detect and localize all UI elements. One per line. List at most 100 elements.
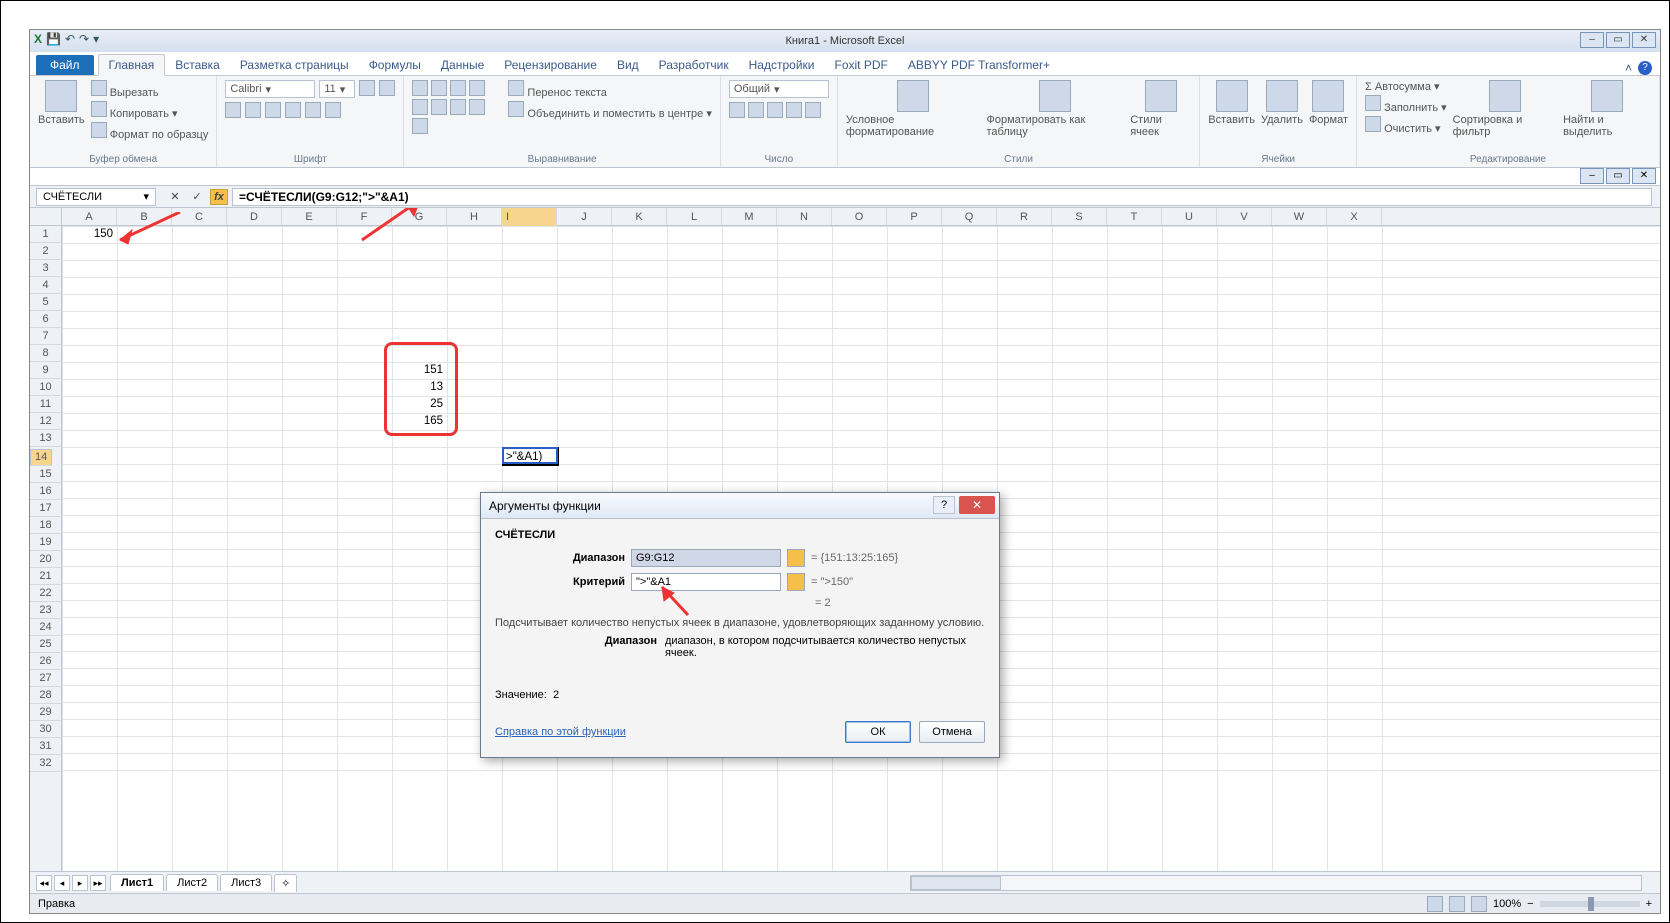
fx-icon[interactable]: fx [210,189,228,205]
col-header-S[interactable]: S [1052,208,1107,225]
tab-home[interactable]: Главная [98,54,166,76]
align-mid-icon[interactable] [431,80,447,96]
dialog-help-button[interactable]: ? [933,496,955,514]
sheet-nav-last[interactable]: ▸▸ [90,875,106,891]
sheet-tab-2[interactable]: Лист2 [166,874,218,891]
cancel-button[interactable]: Отмена [919,721,985,743]
sort-filter-button[interactable]: Сортировка и фильтр [1453,80,1557,138]
row-header-10[interactable]: 10 [30,379,61,396]
arg1-ref-button[interactable] [787,549,805,567]
row-header-28[interactable]: 28 [30,687,61,704]
increase-font-icon[interactable] [359,80,375,96]
row-header-13[interactable]: 13 [30,430,61,447]
tab-review[interactable]: Рецензирование [494,55,607,75]
row-header-23[interactable]: 23 [30,602,61,619]
col-header-T[interactable]: T [1107,208,1162,225]
format-cells-button[interactable]: Формат [1309,80,1348,126]
workbook-close-button[interactable]: ✕ [1632,168,1656,184]
maximize-button[interactable]: ▭ [1606,32,1630,48]
row-header-19[interactable]: 19 [30,534,61,551]
sheet-tab-1[interactable]: Лист1 [110,874,164,891]
decrease-font-icon[interactable] [379,80,395,96]
col-header-A[interactable]: A [62,208,117,225]
col-header-U[interactable]: U [1162,208,1217,225]
percent-icon[interactable] [748,102,764,118]
workbook-min-button[interactable]: – [1580,168,1604,184]
row-header-25[interactable]: 25 [30,636,61,653]
sheet-nav-next[interactable]: ▸ [72,875,88,891]
col-header-V[interactable]: V [1217,208,1272,225]
dialog-close-button[interactable]: ✕ [959,496,995,514]
minimize-button[interactable]: – [1580,32,1604,48]
row-header-31[interactable]: 31 [30,738,61,755]
fill-button[interactable]: Заполнить ▾ [1365,95,1447,114]
help-icon[interactable]: ? [1638,61,1652,75]
view-break-icon[interactable] [1471,896,1487,912]
close-button[interactable]: ✕ [1632,32,1656,48]
row-header-12[interactable]: 12 [30,413,61,430]
cell-A1[interactable]: 150 [62,226,117,243]
cell-I14-editing[interactable]: >"&A1) [502,447,558,464]
number-format-select[interactable]: Общий ▾ [729,80,829,98]
col-header-P[interactable]: P [887,208,942,225]
cancel-formula-icon[interactable]: ✕ [166,189,184,205]
row-header-3[interactable]: 3 [30,260,61,277]
formula-bar[interactable]: =СЧЁТЕСЛИ(G9:G12;">"&A1) [232,188,1652,206]
row-header-27[interactable]: 27 [30,670,61,687]
row-header-6[interactable]: 6 [30,311,61,328]
sheet-nav-prev[interactable]: ◂ [54,875,70,891]
align-center-icon[interactable] [412,99,428,115]
tab-formulas[interactable]: Формулы [359,55,431,75]
italic-icon[interactable] [245,102,261,118]
find-select-button[interactable]: Найти и выделить [1563,80,1651,138]
col-header-X[interactable]: X [1327,208,1382,225]
save-icon[interactable]: 💾 [46,32,61,46]
dialog-help-link[interactable]: Справка по этой функции [495,726,626,738]
font-size-select[interactable]: 11 ▾ [319,80,355,98]
zoom-slider-thumb[interactable] [1588,897,1594,911]
tab-view[interactable]: Вид [607,55,649,75]
row-header-14[interactable]: 14 [30,449,52,466]
row-header-17[interactable]: 17 [30,500,61,517]
row-header-7[interactable]: 7 [30,328,61,345]
name-box[interactable]: СЧЁТЕСЛИ▾ [36,188,156,206]
tab-addins[interactable]: Надстройки [739,55,825,75]
sheet-nav-first[interactable]: ◂◂ [36,875,52,891]
comma-icon[interactable] [767,102,783,118]
view-normal-icon[interactable] [1427,896,1443,912]
indent-inc-icon[interactable] [469,99,485,115]
tab-abbyy[interactable]: ABBYY PDF Transformer+ [898,55,1060,75]
align-top-icon[interactable] [412,80,428,96]
paste-button[interactable]: Вставить [38,80,85,126]
row-header-30[interactable]: 30 [30,721,61,738]
file-tab[interactable]: Файл [36,55,94,75]
row-header-21[interactable]: 21 [30,568,61,585]
row-header-18[interactable]: 18 [30,517,61,534]
orientation-icon[interactable] [412,118,428,134]
col-header-O[interactable]: O [832,208,887,225]
row-header-9[interactable]: 9 [30,362,61,379]
row-header-11[interactable]: 11 [30,396,61,413]
col-header-N[interactable]: N [777,208,832,225]
arg2-ref-button[interactable] [787,573,805,591]
col-header-D[interactable]: D [227,208,282,225]
arg1-input[interactable] [631,549,781,567]
align-left-icon[interactable] [469,80,485,96]
col-header-Q[interactable]: Q [942,208,997,225]
row-header-1[interactable]: 1 [30,226,61,243]
row-header-5[interactable]: 5 [30,294,61,311]
row-header-2[interactable]: 2 [30,243,61,260]
align-bot-icon[interactable] [450,80,466,96]
cell-styles-button[interactable]: Стили ячеек [1130,80,1191,138]
zoom-in-button[interactable]: + [1646,898,1652,910]
tab-developer[interactable]: Разработчик [649,55,739,75]
dialog-titlebar[interactable]: Аргументы функции ? ✕ [481,493,999,519]
bold-icon[interactable] [225,102,241,118]
ribbon-collapse-icon[interactable]: ˄ [1625,61,1632,75]
undo-icon[interactable]: ↶ [65,32,75,46]
inc-decimal-icon[interactable] [786,102,802,118]
clear-button[interactable]: Очистить ▾ [1365,116,1447,135]
dec-decimal-icon[interactable] [805,102,821,118]
format-table-button[interactable]: Форматировать как таблицу [987,80,1125,138]
scrollbar-thumb[interactable] [911,876,1001,890]
